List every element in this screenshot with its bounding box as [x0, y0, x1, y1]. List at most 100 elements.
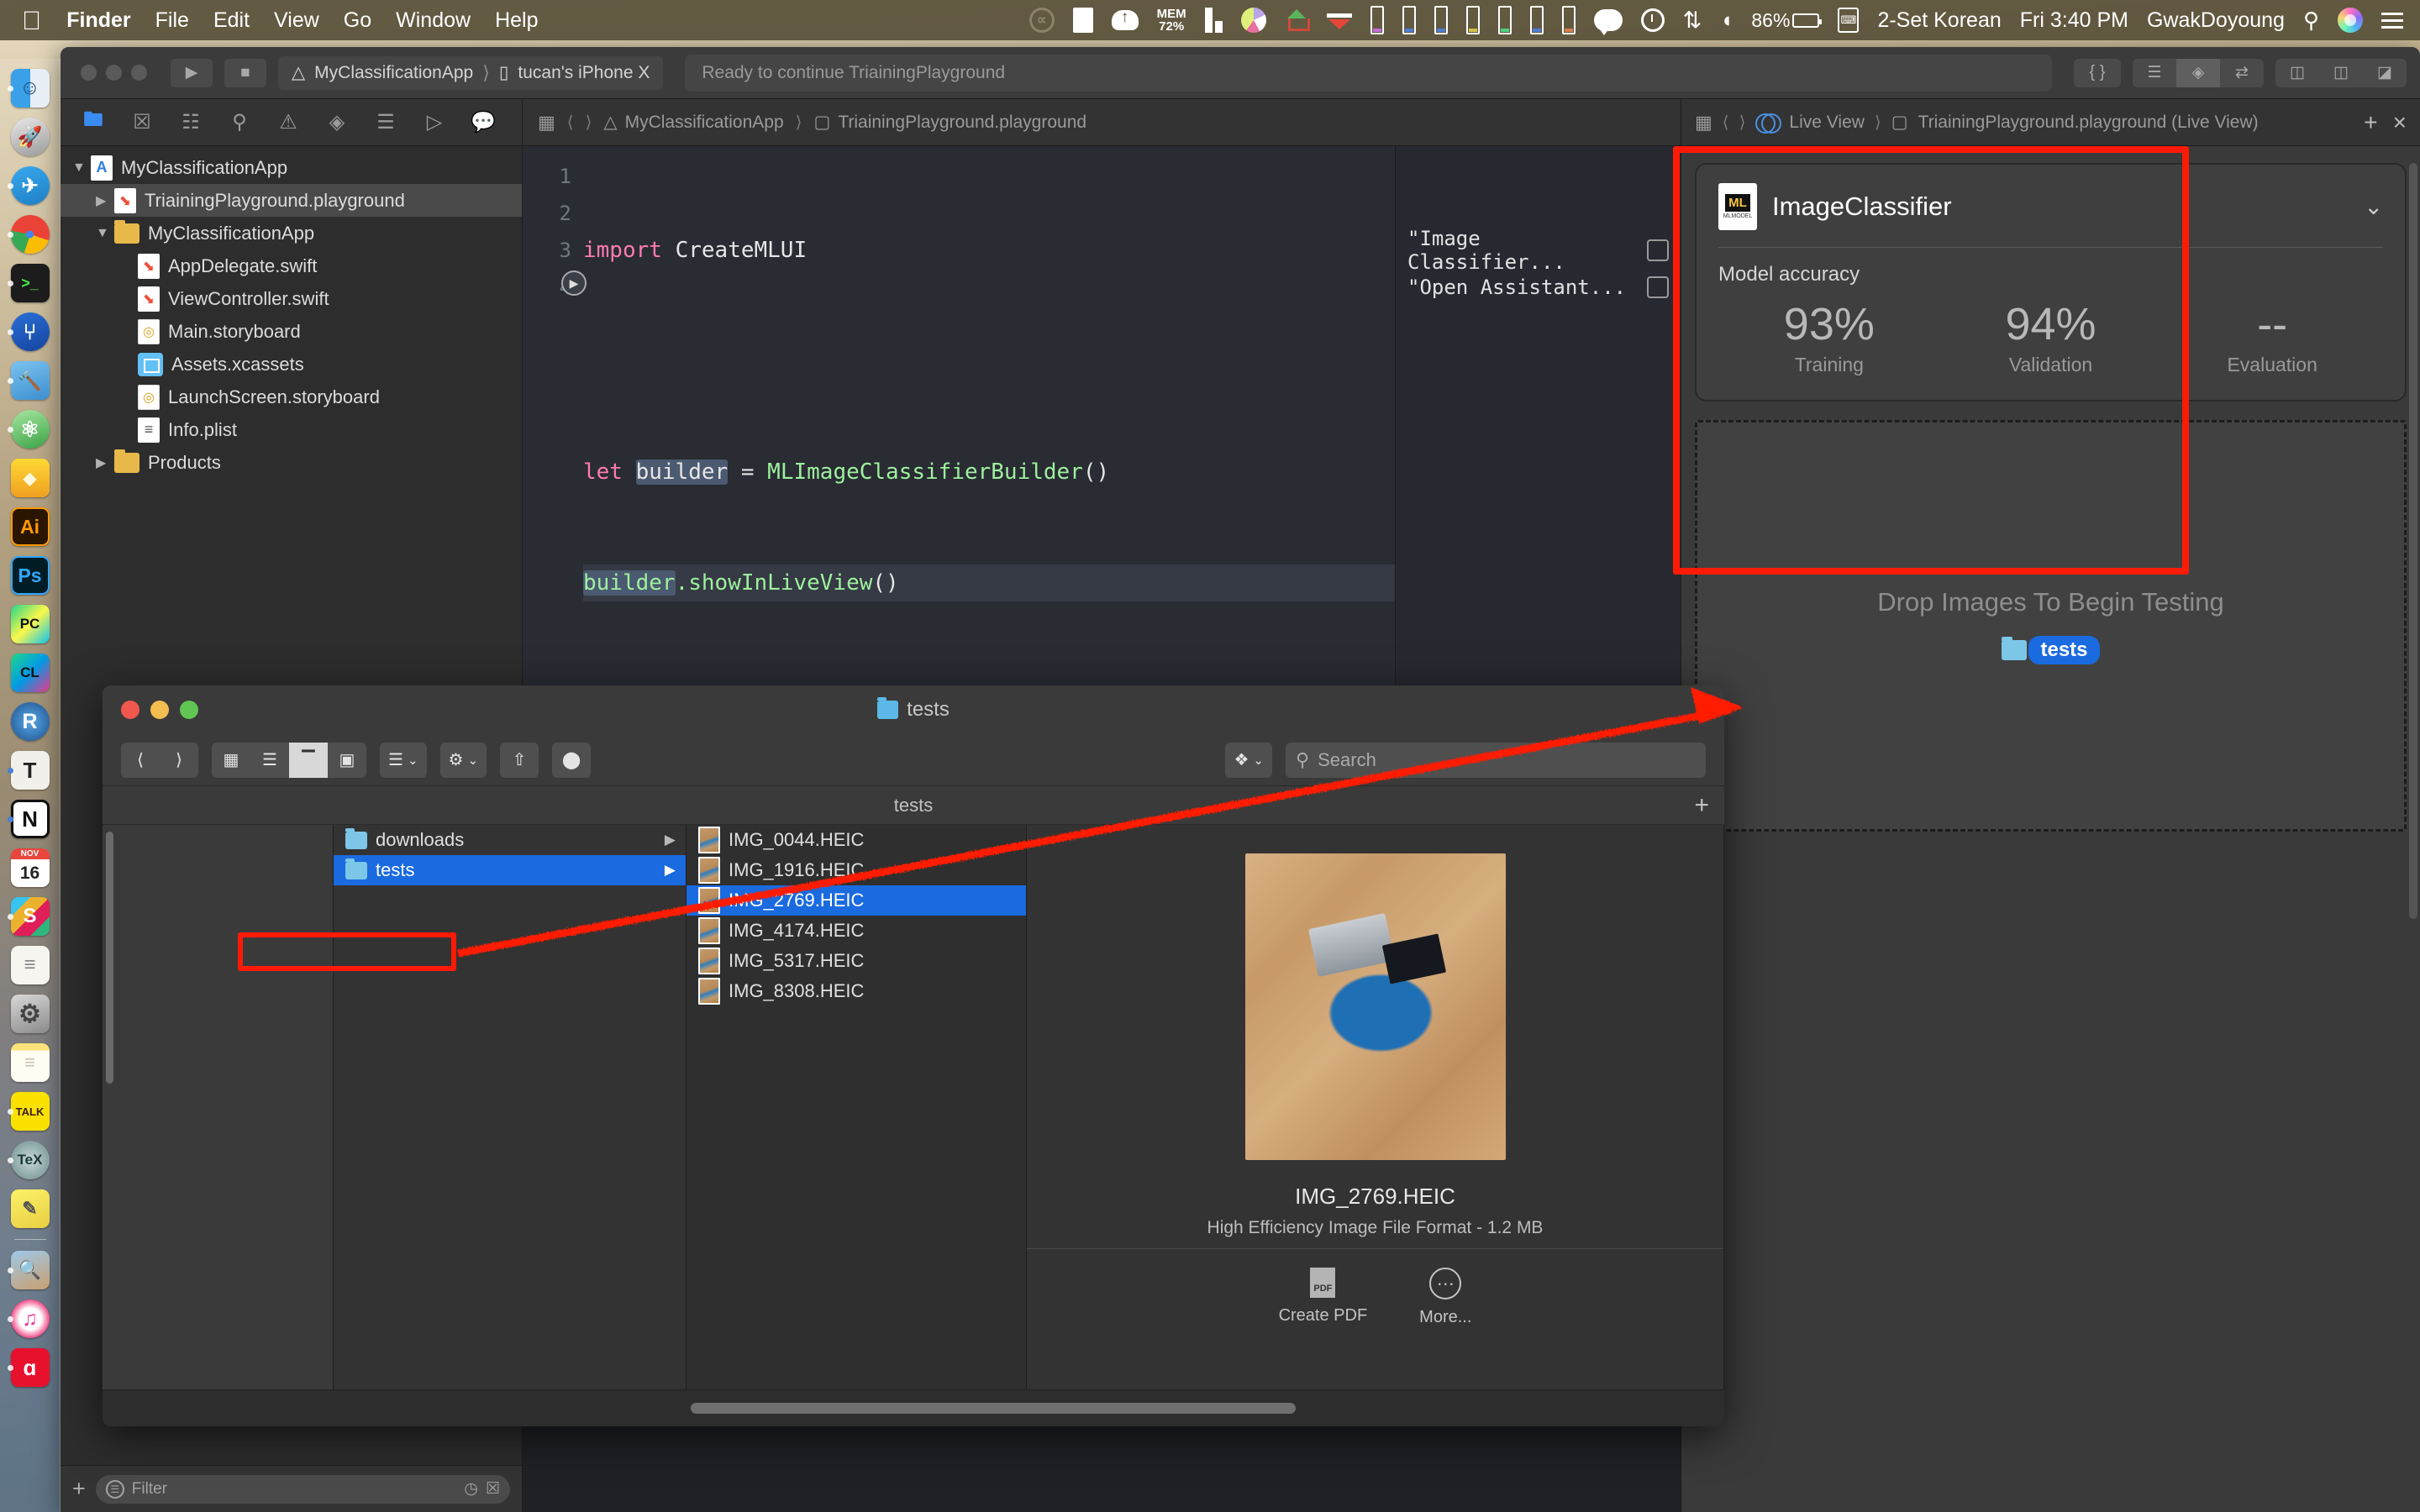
live-view-jump-bar[interactable]: ▦ ⟨ ⟩ Live View ⟩ ▢ TriainingPlayground.…	[1681, 99, 2420, 146]
list-view-button[interactable]: ☰	[250, 743, 289, 778]
panel-toggle-segmented[interactable]: ◫ ◫ ◪	[2275, 59, 2407, 87]
filter-input[interactable]: ☰ Filter ◷ ☒	[96, 1475, 510, 1504]
breadcrumb-project[interactable]: △ MyClassificationApp	[603, 112, 783, 133]
tab-find-navigator[interactable]: ⚲	[215, 103, 264, 142]
finder-file-row[interactable]: IMG_2769.HEIC	[687, 885, 1026, 916]
assistant-editor-button[interactable]: ◈	[2176, 59, 2220, 87]
slot-icon-6[interactable]	[1530, 6, 1544, 34]
dock-item-illustrator[interactable]: Ai	[6, 504, 55, 549]
menu-go[interactable]: Go	[344, 8, 371, 33]
activity-monitor-icon[interactable]	[1205, 8, 1223, 33]
project-tree-row[interactable]: AppDelegate.swift	[60, 249, 522, 282]
input-source-label[interactable]: 2-Set Korean	[1877, 8, 2001, 33]
live-view-file-label[interactable]: TriainingPlayground.playground (Live Vie…	[1918, 113, 2259, 133]
menu-file[interactable]: File	[155, 8, 189, 33]
navigator-tab-bar[interactable]: 🖿 ☒ ☷ ⚲ ⚠ ◈ ☰ ▷ 💬	[60, 99, 522, 146]
dock-item-itunes[interactable]: ♫	[6, 1296, 55, 1341]
finder-folder-row[interactable]: downloads▶	[334, 825, 686, 855]
run-button[interactable]: ▶	[171, 59, 213, 87]
finder-folder-row[interactable]: tests▶	[334, 855, 686, 885]
minimize-icon[interactable]	[106, 65, 122, 81]
macos-menu-bar[interactable]:  Finder File Edit View Go Window Help ∝…	[0, 0, 2420, 40]
menu-help[interactable]: Help	[495, 8, 538, 33]
finder-file-row[interactable]: IMG_5317.HEIC	[687, 946, 1026, 976]
finder-file-row[interactable]: IMG_0044.HEIC	[687, 825, 1026, 855]
dock-item-photoshop[interactable]: Ps	[6, 553, 55, 598]
user-name[interactable]: GwakDoyoung	[2147, 8, 2285, 33]
result-row[interactable]: "Open Assistant...	[1396, 269, 1681, 306]
battery-status[interactable]: 86%	[1751, 9, 1819, 32]
dock-item-texshop[interactable]: T	[6, 748, 55, 793]
menu-bar-status-items[interactable]: ∝ MEM 72% ⇅ ◖ 86%	[1029, 6, 2420, 34]
project-tree-row[interactable]: Assets.xcassets	[60, 348, 522, 381]
siri-icon[interactable]	[2338, 8, 2363, 33]
finder-column-sidebar[interactable]	[103, 825, 334, 1389]
navigation-buttons[interactable]: ⟨ ⟩	[121, 743, 198, 778]
view-mode-segmented[interactable]: ▦ ☰ ▔ ▣	[212, 743, 366, 778]
close-editor-icon[interactable]: ×	[2393, 109, 2407, 136]
dock-item-system-preferences[interactable]: ⚙	[6, 991, 55, 1037]
live-view-label[interactable]: Live View	[1789, 113, 1865, 133]
zoom-icon[interactable]	[131, 65, 147, 81]
source-control-filter-icon[interactable]: ☒	[486, 1479, 500, 1499]
home-icon[interactable]	[1285, 9, 1308, 31]
library-button[interactable]: { }	[2074, 59, 2121, 87]
dock-item-clion[interactable]: CL	[6, 650, 55, 696]
search-input[interactable]: ⚲ Search	[1286, 743, 1706, 778]
slot-icon-7[interactable]	[1562, 6, 1576, 34]
quick-look-icon[interactable]	[1647, 239, 1669, 261]
disk-usage-icon[interactable]	[1241, 8, 1266, 33]
dock-item-notes[interactable]: ≡	[6, 1040, 55, 1085]
project-tree-row[interactable]: ViewController.swift	[60, 282, 522, 315]
dock-item-terminal[interactable]: >_	[6, 260, 55, 306]
slot-icon-4[interactable]	[1466, 6, 1480, 34]
slot-icon-1[interactable]	[1370, 6, 1384, 34]
toggle-debug-area-button[interactable]: ◫	[2319, 59, 2363, 87]
finder-title-bar[interactable]: tests	[103, 685, 1724, 734]
tab-report-navigator[interactable]: 💬	[459, 103, 508, 142]
standard-editor-button[interactable]: ☰	[2133, 59, 2176, 87]
dock-item-preview[interactable]: 🔍	[6, 1247, 55, 1293]
horizontal-scrollbar[interactable]	[691, 1403, 1296, 1414]
dock-item-tex[interactable]: TeX	[6, 1137, 55, 1183]
menu-edit[interactable]: Edit	[213, 8, 250, 33]
dock-item-calendar[interactable]: NOV16	[6, 845, 55, 890]
finder-column-files[interactable]: IMG_0044.HEICIMG_1916.HEICIMG_2769.HEICI…	[687, 825, 1027, 1389]
dock-item-sourcetree[interactable]: ⑂	[6, 309, 55, 354]
action-button[interactable]: ⚙⌄	[440, 743, 487, 778]
add-file-icon[interactable]: +	[72, 1476, 86, 1502]
tab-breakpoint-navigator[interactable]: ▷	[410, 103, 459, 142]
tags-button[interactable]: ⬤	[552, 743, 591, 778]
tab-source-control-navigator[interactable]: ☒	[118, 103, 166, 142]
dock-item-acrobat[interactable]: ɑ	[6, 1345, 55, 1390]
wifi-icon[interactable]: ◖	[1720, 8, 1733, 33]
recent-icon[interactable]: ◷	[464, 1479, 478, 1499]
close-icon[interactable]	[81, 65, 97, 81]
magnet-icon[interactable]	[1327, 10, 1352, 30]
macos-dock[interactable]: ☺🚀✈●>_⑂🔨⚛◆AiPsPCCLRTNNOV16S≡⚙≡TALKTeX✎🔍♫…	[0, 59, 60, 1512]
menu-view[interactable]: View	[274, 8, 319, 33]
tab-debug-navigator[interactable]: ☰	[361, 103, 410, 142]
slot-icon-5[interactable]	[1498, 6, 1512, 34]
back-icon[interactable]: ⟨	[1723, 112, 1729, 133]
slot-icon-3[interactable]	[1434, 6, 1448, 34]
more-button[interactable]: ⋯ More...	[1419, 1268, 1471, 1327]
dock-item-pycharm[interactable]: PC	[6, 601, 55, 647]
dock-item-xcode[interactable]: 🔨	[6, 358, 55, 403]
tab-test-navigator[interactable]: ◈	[313, 103, 361, 142]
scheme-selector[interactable]: △ MyClassificationApp ⟩ ▯ tucan's iPhone…	[278, 56, 663, 90]
creative-cloud-icon[interactable]: ∝	[1029, 8, 1055, 33]
disclosure-triangle-icon[interactable]: ▶	[96, 192, 114, 209]
quick-look-icon[interactable]	[1647, 276, 1669, 298]
tab-symbol-navigator[interactable]: ☷	[166, 103, 215, 142]
dropbox-button[interactable]: ❖⌄	[1225, 743, 1272, 778]
dock-item-reminders[interactable]: ≡	[6, 942, 55, 988]
sync-icon[interactable]	[1073, 8, 1093, 33]
dock-item-rstudio[interactable]: R	[6, 699, 55, 744]
finder-file-row[interactable]: IMG_4174.HEIC	[687, 916, 1026, 946]
cloud-upload-icon[interactable]	[1112, 10, 1139, 30]
related-items-icon[interactable]: ▦	[538, 112, 555, 134]
back-icon[interactable]: ⟨	[567, 112, 574, 133]
filter-right-icons[interactable]: ◷ ☒	[464, 1479, 500, 1499]
gallery-view-button[interactable]: ▣	[328, 743, 366, 778]
